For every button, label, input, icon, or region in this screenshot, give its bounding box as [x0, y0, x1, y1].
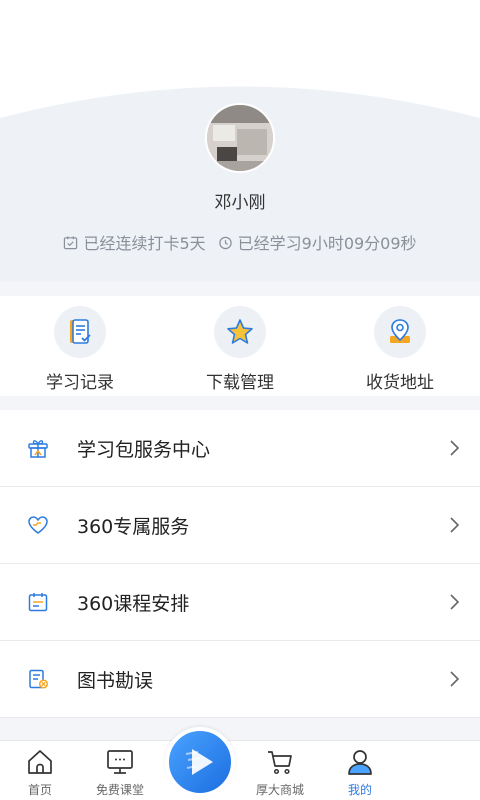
checkin-text: 已经连续打卡5天 — [83, 234, 206, 253]
avatar-photo — [207, 105, 273, 171]
monitor-icon — [107, 750, 133, 774]
profile-header: 邓小刚 已经连续打卡5天 已经学习9小时09分09秒 — [0, 0, 480, 282]
center-play-button[interactable] — [165, 727, 235, 797]
tab-label: 我的 — [347, 783, 372, 797]
tab-mine[interactable]: 我的 — [320, 741, 400, 800]
quick-actions: 学习记录 下载管理 收货地址 — [0, 296, 480, 396]
chevron-right-icon — [450, 440, 460, 456]
bottom-tab-bar: 首页 免费课堂 厚大商城 我的 — [0, 727, 480, 800]
location-pin-icon — [374, 306, 426, 358]
study-time-text: 已经学习9小时09分09秒 — [237, 234, 417, 253]
menu-item-label: 图书勘误 — [77, 669, 154, 692]
service-menu: 学习包服务中心 360专属服务 360课程安排 图书勘误 — [0, 410, 480, 718]
chevron-right-icon — [450, 671, 460, 687]
quick-action-study-record[interactable]: 学习记录 — [0, 296, 160, 396]
study-stats: 已经连续打卡5天 已经学习9小时09分09秒 — [0, 230, 480, 254]
quick-action-label: 收货地址 — [366, 373, 434, 393]
user-icon — [348, 750, 372, 775]
chevron-right-icon — [450, 517, 460, 533]
book-errata-icon — [29, 669, 49, 689]
home-icon — [28, 750, 52, 774]
clock-icon — [218, 236, 232, 249]
heart-service-icon — [28, 516, 48, 534]
checkin-stat: 已经连续打卡5天 — [63, 230, 206, 254]
study-record-icon — [54, 306, 106, 358]
tab-label: 首页 — [27, 783, 52, 797]
download-star-icon — [214, 306, 266, 358]
center-play-tab[interactable] — [160, 727, 240, 800]
quick-action-label: 下载管理 — [206, 373, 274, 393]
calendar-icon — [28, 593, 48, 612]
study-time-stat: 已经学习9小时09分09秒 — [218, 230, 417, 254]
menu-item-book-errata[interactable]: 图书勘误 — [0, 641, 480, 718]
play-logo-icon — [185, 749, 213, 775]
menu-item-label: 360课程安排 — [77, 592, 190, 615]
quick-action-download[interactable]: 下载管理 — [160, 296, 320, 396]
quick-action-address[interactable]: 收货地址 — [320, 296, 480, 396]
avatar[interactable] — [205, 103, 275, 173]
cart-icon — [268, 751, 292, 775]
menu-item-360-service[interactable]: 360专属服务 — [0, 487, 480, 564]
tab-home[interactable]: 首页 — [0, 741, 80, 800]
username: 邓小刚 — [214, 193, 266, 213]
tab-label: 免费课堂 — [95, 783, 144, 797]
tab-mall[interactable]: 厚大商城 — [240, 741, 320, 800]
tab-label: 厚大商城 — [255, 783, 304, 797]
menu-item-label: 360专属服务 — [77, 515, 190, 538]
calendar-check-icon — [64, 235, 78, 249]
chevron-right-icon — [450, 594, 460, 610]
menu-item-label: 学习包服务中心 — [77, 438, 211, 461]
tab-free-class[interactable]: 免费课堂 — [80, 741, 160, 800]
menu-item-360-schedule[interactable]: 360课程安排 — [0, 564, 480, 641]
menu-item-study-package[interactable]: 学习包服务中心 — [0, 410, 480, 487]
quick-action-label: 学习记录 — [46, 373, 114, 393]
gift-box-icon — [28, 440, 48, 458]
